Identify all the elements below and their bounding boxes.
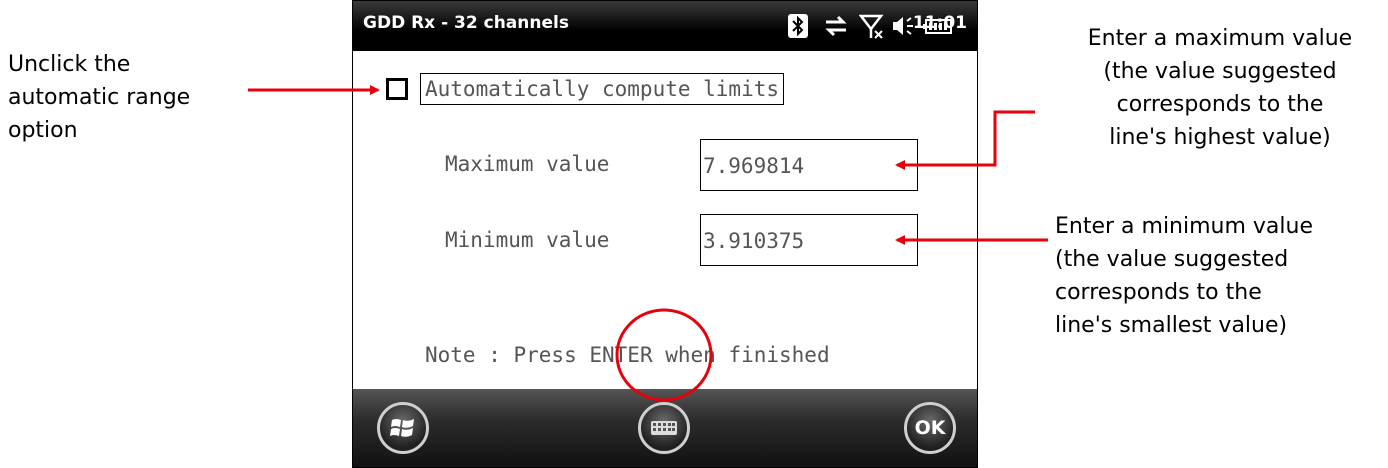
keyboard-icon [651, 421, 677, 435]
note-enter-key: ENTER [589, 343, 653, 367]
minimum-value-label: Minimum value [445, 228, 610, 252]
status-bar: GDD Rx - 32 channels 11:01 [353, 1, 977, 51]
bluetooth-icon [787, 11, 809, 41]
clock[interactable]: 11:01 [913, 13, 967, 33]
annotation-min-value: Enter a minimum value (the value suggest… [1055, 214, 1314, 338]
start-button[interactable] [377, 402, 429, 454]
keyboard-button[interactable] [638, 402, 690, 454]
note-prefix: Note : Press [425, 343, 590, 367]
note-suffix: when finished [652, 343, 830, 367]
data-sync-icon[interactable] [823, 11, 849, 41]
enter-note: Note : Press ENTER when finished [425, 343, 830, 367]
device-screen: GDD Rx - 32 channels 11:01 Automatically… [352, 0, 978, 468]
app-title: GDD Rx - 32 channels [363, 13, 569, 33]
ok-button[interactable]: OK [904, 402, 956, 454]
no-signal-icon[interactable] [859, 11, 885, 41]
minimum-value-input[interactable]: 3.910375 [700, 214, 918, 266]
soft-key-bar: OK [353, 389, 977, 467]
annotation-max-value: Enter a maximum value (the value suggest… [1087, 26, 1353, 150]
windows-flag-icon [390, 419, 414, 437]
maximum-value-label: Maximum value [445, 152, 610, 176]
annotation-uncheck-auto: Unclick the automatic range option [8, 52, 191, 143]
auto-compute-checkbox[interactable] [386, 78, 408, 100]
maximum-value-input[interactable]: 7.969814 [700, 139, 918, 191]
auto-compute-label[interactable]: Automatically compute limits [420, 73, 785, 105]
